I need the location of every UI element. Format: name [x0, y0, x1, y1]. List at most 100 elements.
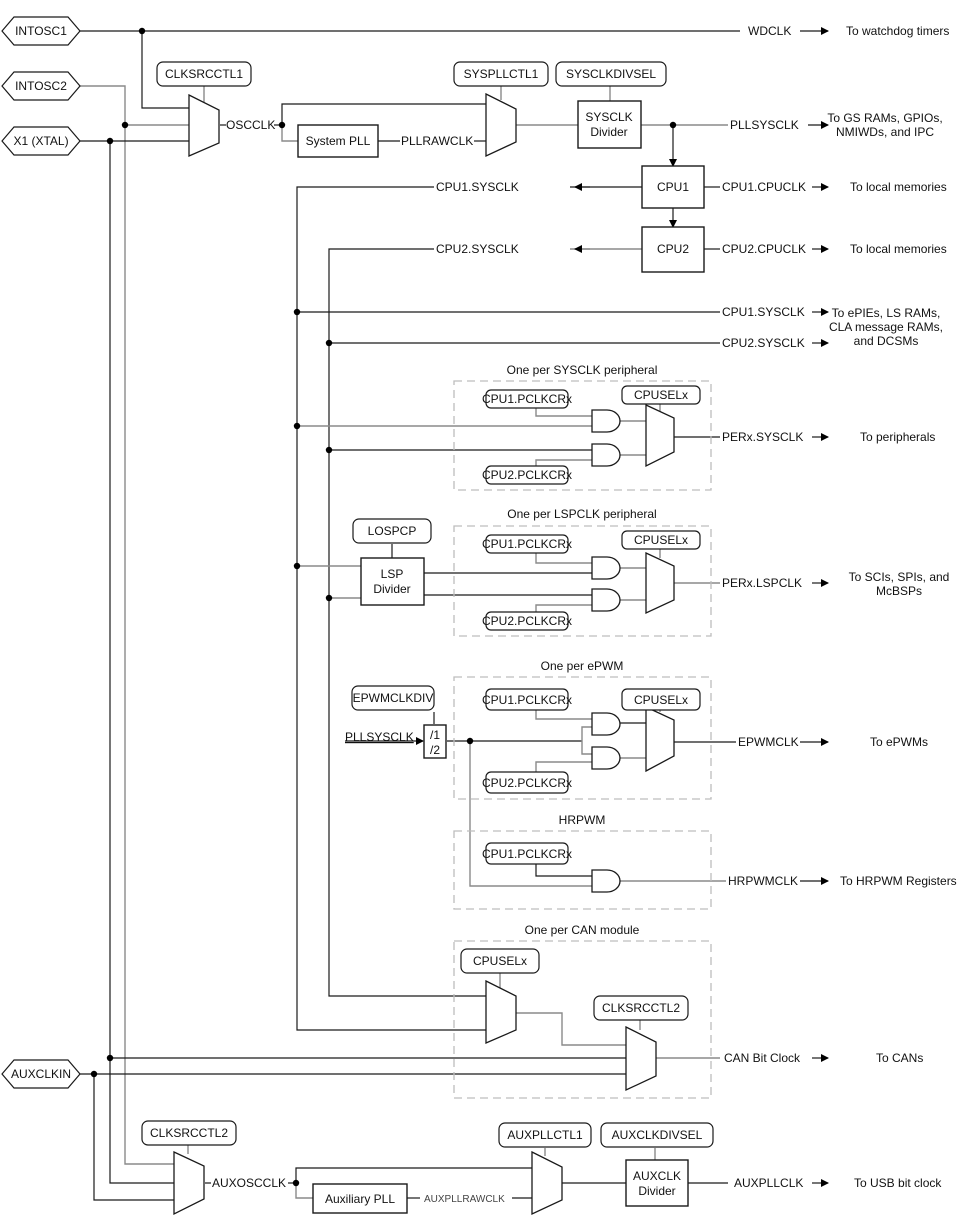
- register-label: CPU1.PCLKCRx: [482, 847, 572, 861]
- register-syspllctl1: SYSPLLCTL1: [453, 61, 549, 87]
- dest-cans: To CANs: [876, 1051, 923, 1065]
- dest-epies-3: and DCSMs: [854, 334, 919, 348]
- signal-cpu1-cpuclk: CPU1.CPUCLK: [722, 180, 806, 194]
- destinations: To watchdog timers To GS RAMs, GPIOs, NM…: [827, 24, 956, 1190]
- and-gate-epwm-cpu2: [591, 746, 621, 770]
- register-cpu2-pclkcr-epwm: CPU2.PCLKCRx: [482, 771, 572, 794]
- register-label: EPWMCLKDIV: [353, 691, 434, 705]
- junction-dots: [90, 27, 677, 1187]
- dest-hrpwm-registers: To HRPWM Registers: [840, 874, 957, 888]
- and-gate-sys-cpu1: [591, 409, 621, 433]
- register-clksrcctl2-aux: CLKSRCCTL2: [141, 1120, 237, 1146]
- dest-epies-2: CLA message RAMs,: [829, 320, 943, 334]
- dest-local-memories-1: To local memories: [850, 180, 947, 194]
- signal-wdclk: WDCLK: [748, 24, 791, 38]
- and-gate-hrpwm: [591, 869, 621, 893]
- mux-auxpllctl1: [531, 1150, 563, 1216]
- auxclk-divider-label-1: AUXCLK: [633, 1169, 681, 1183]
- register-cpu1-pclkcr-sys: CPU1.PCLKCRx: [482, 389, 572, 409]
- epwm-div-label-2: /2: [430, 743, 440, 757]
- mux-cpusel-sysclk: [645, 403, 675, 468]
- register-label: LOSPCP: [368, 524, 417, 538]
- group-label-epwm: One per ePWM: [541, 659, 624, 673]
- register-clksrcctl1: CLKSRCCTL1: [156, 61, 252, 87]
- dest-peripherals: To peripherals: [860, 430, 935, 444]
- dest-scis-1: To SCIs, SPIs, and: [849, 570, 950, 584]
- register-clksrcctl2-can: CLKSRCCTL2: [593, 995, 689, 1021]
- register-sysclkdivsel: SYSCLKDIVSEL: [555, 61, 667, 87]
- mux-cpusel-can: [485, 979, 517, 1044]
- input-auxclkin-label: AUXCLKIN: [11, 1067, 71, 1081]
- mux-syspllctl1: [485, 92, 517, 158]
- sysclk-divider-label-1: SYSCLK: [585, 110, 632, 124]
- lsp-divider-label-1: LSP: [381, 567, 404, 581]
- register-cpu1-pclkcr-hrpwm: CPU1.PCLKCRx: [482, 842, 572, 865]
- signal-cpu1-sysclk-left: CPU1.SYSCLK: [436, 180, 519, 194]
- dest-epwms: To ePWMs: [870, 735, 928, 749]
- signal-auxpllclk: AUXPLLCLK: [734, 1176, 803, 1190]
- register-auxpllctl1: AUXPLLCTL1: [498, 1122, 592, 1148]
- register-label: CLKSRCCTL2: [602, 1001, 680, 1015]
- dest-gs-rams-1: To GS RAMs, GPIOs,: [827, 111, 942, 125]
- register-label: CPU1.PCLKCRx: [482, 537, 572, 551]
- mux-cpusel-epwm: [645, 705, 675, 773]
- register-label: CLKSRCCTL1: [165, 67, 243, 81]
- block-auxiliary-pll: Auxiliary PLL: [312, 1183, 408, 1214]
- signal-pllsysclk: PLLSYSCLK: [730, 118, 799, 132]
- register-cpusel-epwm: CPUSELx: [621, 688, 701, 711]
- signal-can-bit-clock: CAN Bit Clock: [724, 1051, 801, 1065]
- system-pll-label: System PLL: [306, 134, 371, 148]
- cpu2-label: CPU2: [657, 242, 689, 256]
- dest-gs-rams-2: NMIWDs, and IPC: [836, 125, 934, 139]
- block-cpu1: CPU1: [641, 165, 705, 209]
- mux-cpusel-lspclk: [645, 551, 675, 615]
- group-label-hrpwm: HRPWM: [559, 813, 606, 827]
- register-cpu2-pclkcr-sys: CPU2.PCLKCRx: [482, 465, 572, 485]
- signal-cpu2-sysclk-left: CPU2.SYSCLK: [436, 242, 519, 256]
- register-label: CPUSELx: [634, 388, 688, 402]
- input-intosc1: INTOSC1: [1, 16, 81, 46]
- and-gate-epwm-cpu1: [591, 712, 621, 736]
- register-label: SYSPLLCTL1: [464, 67, 539, 81]
- register-label: CPUSELx: [634, 533, 688, 547]
- input-intosc2: INTOSC2: [1, 71, 81, 101]
- auxclk-divider-label-2: Divider: [638, 1184, 675, 1198]
- register-label: SYSCLKDIVSEL: [566, 67, 656, 81]
- register-auxclkdivsel: AUXCLKDIVSEL: [600, 1122, 714, 1148]
- signal-pllsysclk-epwm: PLLSYSCLK: [345, 730, 414, 744]
- dest-epies-1: To ePIEs, LS RAMs,: [832, 306, 941, 320]
- register-label: CPU2.PCLKCRx: [482, 614, 572, 628]
- signal-oscclk: OSCCLK: [226, 118, 275, 132]
- register-label: CPUSELx: [473, 954, 527, 968]
- register-label: AUXCLKDIVSEL: [612, 1128, 703, 1142]
- register-cpu2-pclkcr-lsp: CPU2.PCLKCRx: [482, 611, 572, 631]
- register-label: CPUSELx: [634, 693, 688, 707]
- and-gate-sys-cpu2: [591, 443, 621, 467]
- signal-perx-sysclk: PERx.SYSCLK: [722, 430, 803, 444]
- input-auxclkin: AUXCLKIN: [1, 1059, 81, 1089]
- block-epwm-divider: /1 /2: [423, 724, 447, 759]
- lsp-divider-label-2: Divider: [373, 582, 410, 596]
- mux-clksrcctl2-can: [625, 1025, 657, 1092]
- mux-clksrcctl2-aux: [173, 1150, 205, 1216]
- dest-local-memories-2: To local memories: [850, 242, 947, 256]
- block-system-pll: System PLL: [297, 124, 379, 158]
- input-x1-xtal: X1 (XTAL): [1, 126, 81, 156]
- register-cpu1-pclkcr-epwm: CPU1.PCLKCRx: [482, 688, 572, 711]
- register-label: CPU2.PCLKCRx: [482, 776, 572, 790]
- register-lospcp: LOSPCP: [352, 518, 432, 544]
- register-cpusel-sys: CPUSELx: [621, 385, 701, 405]
- and-gate-lsp-cpu1: [591, 556, 621, 580]
- register-label: CPU2.PCLKCRx: [482, 468, 572, 482]
- signal-pllrawclk: PLLRAWCLK: [401, 134, 473, 148]
- dest-usb-bit-clock: To USB bit clock: [854, 1176, 942, 1190]
- group-label-can: One per CAN module: [525, 923, 640, 937]
- register-label: CLKSRCCTL2: [150, 1126, 228, 1140]
- register-label: AUXPLLCTL1: [507, 1128, 583, 1142]
- dest-watchdog: To watchdog timers: [846, 24, 949, 38]
- signal-auxpllrawclk: AUXPLLRAWCLK: [424, 1194, 505, 1205]
- and-gate-lsp-cpu2: [591, 588, 621, 612]
- register-cpusel-can: CPUSELx: [460, 948, 540, 974]
- register-epwmclkdiv: EPWMCLKDIV: [351, 685, 435, 711]
- input-x1-label: X1 (XTAL): [13, 134, 68, 148]
